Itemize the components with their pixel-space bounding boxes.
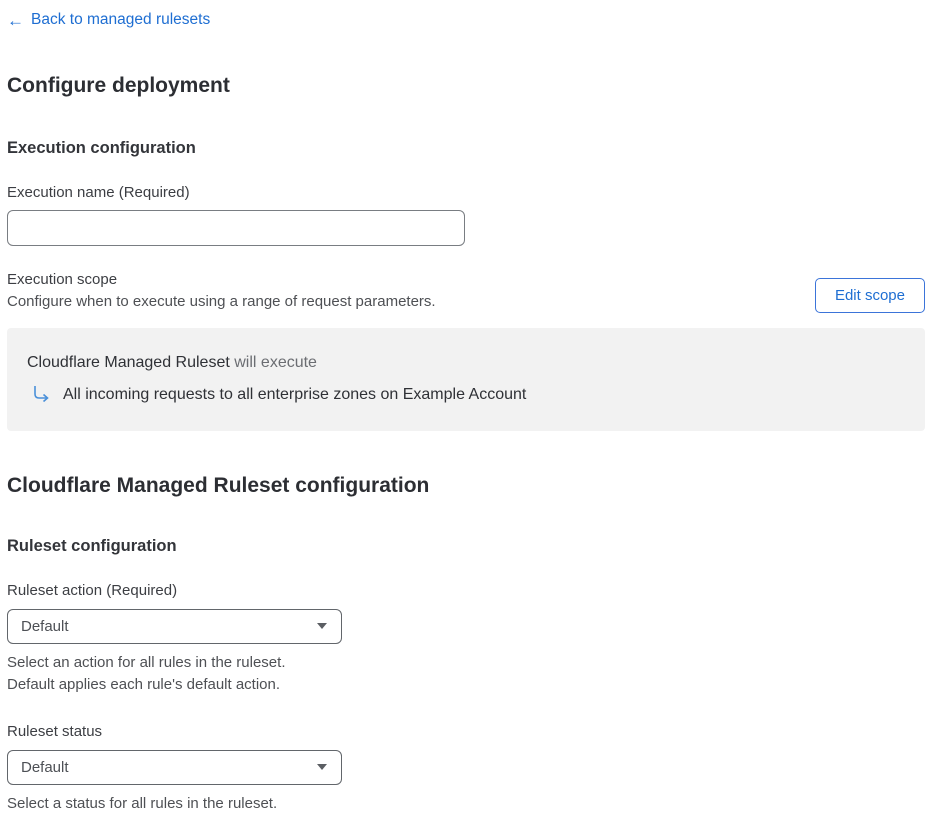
summary-will-execute: will execute bbox=[234, 353, 317, 371]
execution-scope-text: Execution scope Configure when to execut… bbox=[7, 271, 436, 310]
back-link-label: Back to managed rulesets bbox=[31, 11, 211, 28]
back-arrow-icon: ← bbox=[7, 10, 24, 30]
edit-scope-button[interactable]: Edit scope bbox=[814, 277, 925, 313]
page-title: Configure deployment bbox=[7, 73, 230, 97]
ruleset-action-select[interactable]: Default bbox=[7, 608, 342, 644]
ruleset-configuration-page-heading: Cloudflare Managed Ruleset configuration bbox=[7, 473, 430, 497]
execution-scope-summary: Cloudflare Managed Ruleset will execute … bbox=[7, 327, 925, 431]
ruleset-action-help-line-2: Default applies each rule's default acti… bbox=[7, 675, 281, 693]
return-arrow-icon bbox=[30, 384, 52, 406]
summary-ruleset-name: Cloudflare Managed Ruleset bbox=[27, 353, 230, 371]
ruleset-status-selected-value: Default bbox=[21, 758, 69, 776]
chevron-down-icon bbox=[317, 764, 327, 770]
ruleset-status-help-line: Select a status for all rules in the rul… bbox=[7, 794, 278, 812]
execution-configuration-heading: Execution configuration bbox=[7, 138, 196, 157]
summary-scope-value: All incoming requests to all enterprise … bbox=[63, 385, 527, 403]
ruleset-status-help: Select a status for all rules in the rul… bbox=[7, 793, 925, 815]
ruleset-action-label: Ruleset action (Required) bbox=[7, 581, 178, 599]
execution-name-input[interactable] bbox=[7, 209, 465, 246]
configure-deployment-page: ← Back to managed rulesets Configure dep… bbox=[0, 0, 931, 815]
summary-headline: Cloudflare Managed Ruleset will execute bbox=[27, 354, 905, 372]
execution-scope-label: Execution scope bbox=[7, 270, 118, 288]
chevron-down-icon bbox=[317, 623, 327, 629]
ruleset-action-help: Select an action for all rules in the ru… bbox=[7, 652, 925, 696]
ruleset-status-label: Ruleset status bbox=[7, 722, 103, 740]
ruleset-action-selected-value: Default bbox=[21, 617, 69, 635]
ruleset-configuration-subheading: Ruleset configuration bbox=[7, 536, 177, 555]
back-to-managed-rulesets-link[interactable]: ← Back to managed rulesets bbox=[7, 11, 210, 29]
ruleset-status-select[interactable]: Default bbox=[7, 749, 342, 785]
execution-scope-description: Configure when to execute using a range … bbox=[7, 292, 436, 310]
execution-name-label: Execution name (Required) bbox=[7, 183, 190, 201]
execution-scope-row: Execution scope Configure when to execut… bbox=[7, 271, 925, 313]
ruleset-action-help-line-1: Select an action for all rules in the ru… bbox=[7, 653, 286, 671]
summary-scope-line: All incoming requests to all enterprise … bbox=[27, 384, 905, 406]
